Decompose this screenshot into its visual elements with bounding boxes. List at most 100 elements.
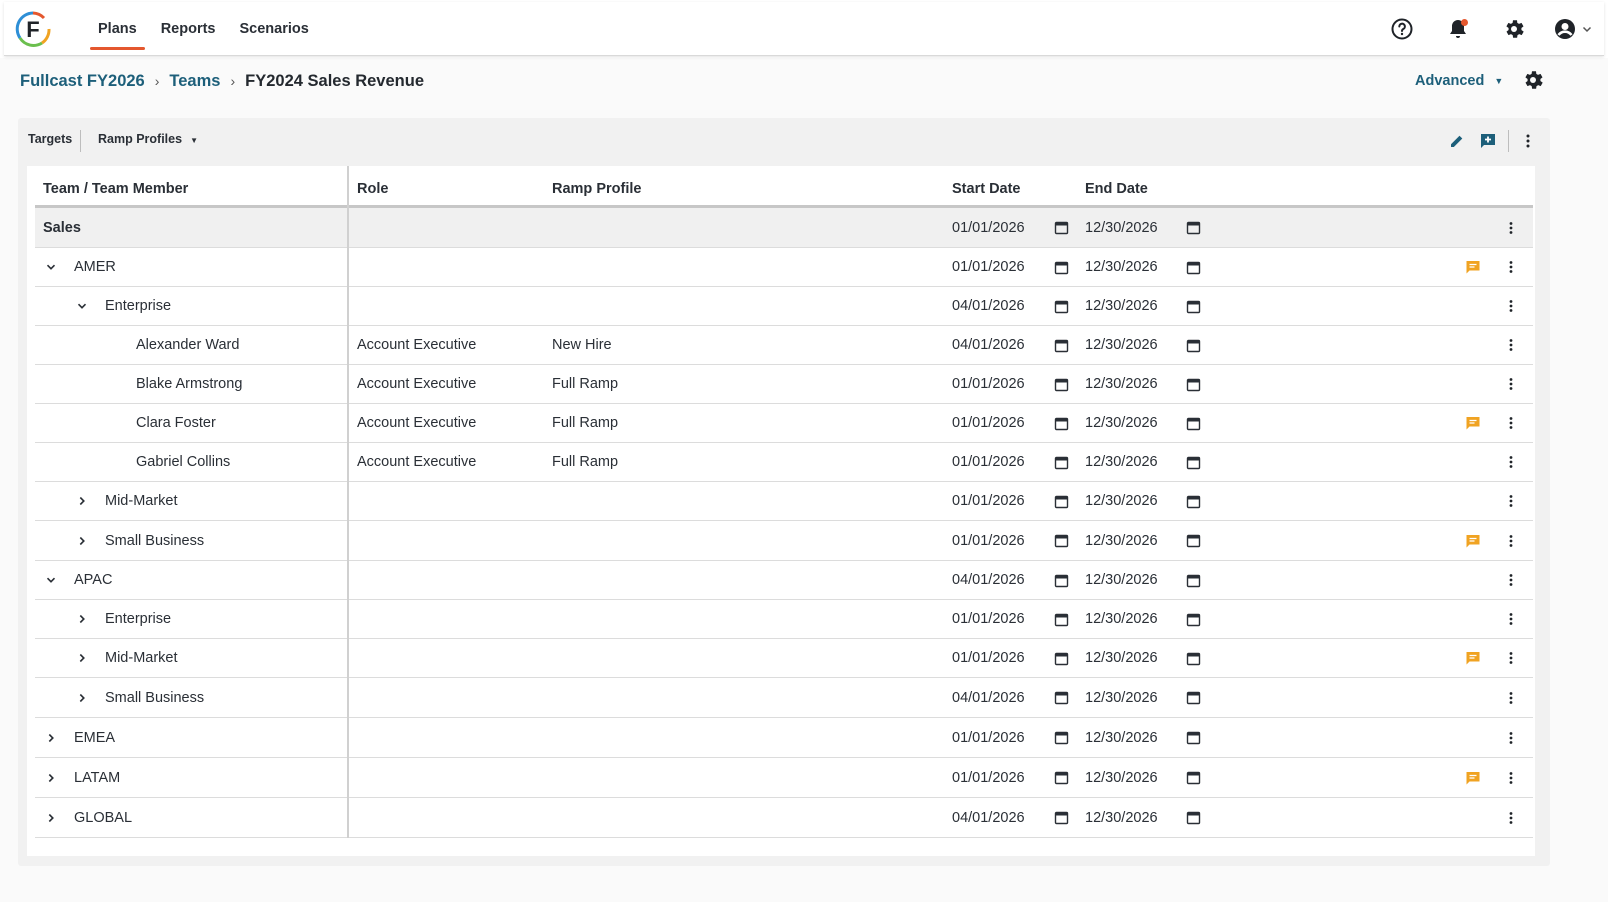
calendar-icon[interactable] bbox=[1186, 758, 1201, 797]
end-date-cell[interactable]: 12/30/2026 bbox=[1085, 639, 1158, 677]
team-member-name[interactable]: Blake Armstrong bbox=[136, 365, 242, 403]
calendar-icon[interactable] bbox=[1186, 482, 1201, 520]
help-icon[interactable] bbox=[1374, 2, 1430, 56]
end-date-cell[interactable]: 12/30/2026 bbox=[1085, 718, 1158, 757]
role-cell[interactable]: Account Executive bbox=[357, 326, 476, 364]
end-date-cell[interactable]: 12/30/2026 bbox=[1085, 443, 1158, 481]
more-vert-icon[interactable] bbox=[1503, 208, 1519, 247]
role-cell[interactable]: Account Executive bbox=[357, 404, 476, 442]
tab-ramp-profiles[interactable]: Ramp Profiles ▼ bbox=[98, 132, 198, 146]
bell-icon[interactable] bbox=[1430, 2, 1486, 56]
calendar-icon[interactable] bbox=[1054, 443, 1069, 481]
start-date-cell[interactable]: 01/01/2026 bbox=[952, 208, 1025, 247]
chevron-down-icon[interactable] bbox=[45, 248, 57, 286]
comment-icon[interactable] bbox=[1465, 248, 1481, 286]
end-date-cell[interactable]: 12/30/2026 bbox=[1085, 600, 1158, 638]
end-date-cell[interactable]: 12/30/2026 bbox=[1085, 758, 1158, 797]
more-vert-icon[interactable] bbox=[1503, 639, 1519, 677]
chevron-right-icon[interactable] bbox=[45, 718, 57, 757]
calendar-icon[interactable] bbox=[1054, 287, 1069, 325]
calendar-icon[interactable] bbox=[1054, 482, 1069, 520]
more-vert-icon[interactable] bbox=[1503, 404, 1519, 442]
start-date-cell[interactable]: 01/01/2026 bbox=[952, 404, 1025, 442]
more-vert-icon[interactable] bbox=[1518, 131, 1538, 151]
start-date-cell[interactable]: 04/01/2026 bbox=[952, 326, 1025, 364]
ramp-profile-cell[interactable]: New Hire bbox=[552, 326, 612, 364]
calendar-icon[interactable] bbox=[1186, 678, 1201, 717]
calendar-icon[interactable] bbox=[1186, 365, 1201, 403]
more-vert-icon[interactable] bbox=[1503, 600, 1519, 638]
tab-targets[interactable]: Targets bbox=[28, 132, 72, 146]
start-date-cell[interactable]: 04/01/2026 bbox=[952, 678, 1025, 717]
chevron-right-icon[interactable] bbox=[76, 639, 88, 677]
start-date-cell[interactable]: 01/01/2026 bbox=[952, 639, 1025, 677]
start-date-cell[interactable]: 04/01/2026 bbox=[952, 287, 1025, 325]
start-date-cell[interactable]: 04/01/2026 bbox=[952, 561, 1025, 599]
pencil-icon[interactable] bbox=[1447, 131, 1467, 151]
chevron-down-icon[interactable] bbox=[45, 561, 57, 599]
column-header-role[interactable]: Role bbox=[357, 181, 388, 197]
calendar-icon[interactable] bbox=[1054, 404, 1069, 442]
calendar-icon[interactable] bbox=[1054, 326, 1069, 364]
column-header-start-date[interactable]: Start Date bbox=[952, 181, 1021, 197]
calendar-icon[interactable] bbox=[1186, 248, 1201, 286]
comment-icon[interactable] bbox=[1465, 639, 1481, 677]
team-member-name[interactable]: Gabriel Collins bbox=[136, 443, 230, 481]
column-header-end-date[interactable]: End Date bbox=[1085, 181, 1148, 197]
more-vert-icon[interactable] bbox=[1503, 718, 1519, 757]
role-cell[interactable]: Account Executive bbox=[357, 443, 476, 481]
end-date-cell[interactable]: 12/30/2026 bbox=[1085, 208, 1158, 247]
chevron-right-icon[interactable] bbox=[45, 758, 57, 797]
nav-scenarios[interactable]: Scenarios bbox=[227, 2, 320, 56]
column-header-ramp-profile[interactable]: Ramp Profile bbox=[552, 181, 641, 197]
calendar-icon[interactable] bbox=[1186, 718, 1201, 757]
start-date-cell[interactable]: 01/01/2026 bbox=[952, 600, 1025, 638]
calendar-icon[interactable] bbox=[1186, 639, 1201, 677]
end-date-cell[interactable]: 12/30/2026 bbox=[1085, 326, 1158, 364]
more-vert-icon[interactable] bbox=[1503, 758, 1519, 797]
end-date-cell[interactable]: 12/30/2026 bbox=[1085, 287, 1158, 325]
start-date-cell[interactable]: 01/01/2026 bbox=[952, 482, 1025, 520]
breadcrumb-item-teams[interactable]: Teams bbox=[169, 72, 220, 91]
more-vert-icon[interactable] bbox=[1503, 678, 1519, 717]
calendar-icon[interactable] bbox=[1186, 561, 1201, 599]
breadcrumb-item-plan[interactable]: Fullcast FY2026 bbox=[20, 72, 145, 91]
chevron-right-icon[interactable] bbox=[76, 521, 88, 560]
add-comment-icon[interactable] bbox=[1478, 131, 1498, 151]
chevron-right-icon[interactable] bbox=[45, 798, 57, 837]
calendar-icon[interactable] bbox=[1186, 404, 1201, 442]
calendar-icon[interactable] bbox=[1186, 600, 1201, 638]
calendar-icon[interactable] bbox=[1186, 326, 1201, 364]
chevron-right-icon[interactable] bbox=[76, 600, 88, 638]
calendar-icon[interactable] bbox=[1054, 639, 1069, 677]
start-date-cell[interactable]: 01/01/2026 bbox=[952, 521, 1025, 560]
settings-gear-icon[interactable] bbox=[1521, 68, 1545, 92]
fullcast-logo[interactable]: F bbox=[14, 10, 52, 48]
nav-plans[interactable]: Plans bbox=[86, 2, 149, 56]
calendar-icon[interactable] bbox=[1054, 600, 1069, 638]
chevron-down-icon[interactable] bbox=[76, 287, 88, 325]
more-vert-icon[interactable] bbox=[1503, 287, 1519, 325]
start-date-cell[interactable]: 01/01/2026 bbox=[952, 443, 1025, 481]
end-date-cell[interactable]: 12/30/2026 bbox=[1085, 521, 1158, 560]
calendar-icon[interactable] bbox=[1054, 248, 1069, 286]
calendar-icon[interactable] bbox=[1186, 443, 1201, 481]
comment-icon[interactable] bbox=[1465, 521, 1481, 560]
team-member-name[interactable]: Clara Foster bbox=[136, 404, 216, 442]
calendar-icon[interactable] bbox=[1054, 798, 1069, 837]
role-cell[interactable]: Account Executive bbox=[357, 365, 476, 403]
ramp-profile-cell[interactable]: Full Ramp bbox=[552, 404, 618, 442]
calendar-icon[interactable] bbox=[1186, 208, 1201, 247]
calendar-icon[interactable] bbox=[1054, 365, 1069, 403]
end-date-cell[interactable]: 12/30/2026 bbox=[1085, 482, 1158, 520]
advanced-dropdown[interactable]: Advanced ▼ bbox=[1415, 69, 1503, 93]
end-date-cell[interactable]: 12/30/2026 bbox=[1085, 798, 1158, 837]
start-date-cell[interactable]: 01/01/2026 bbox=[952, 758, 1025, 797]
more-vert-icon[interactable] bbox=[1503, 482, 1519, 520]
account-menu[interactable] bbox=[1542, 2, 1604, 56]
start-date-cell[interactable]: 01/01/2026 bbox=[952, 365, 1025, 403]
more-vert-icon[interactable] bbox=[1503, 443, 1519, 481]
end-date-cell[interactable]: 12/30/2026 bbox=[1085, 404, 1158, 442]
calendar-icon[interactable] bbox=[1054, 561, 1069, 599]
gear-icon[interactable] bbox=[1486, 2, 1542, 56]
